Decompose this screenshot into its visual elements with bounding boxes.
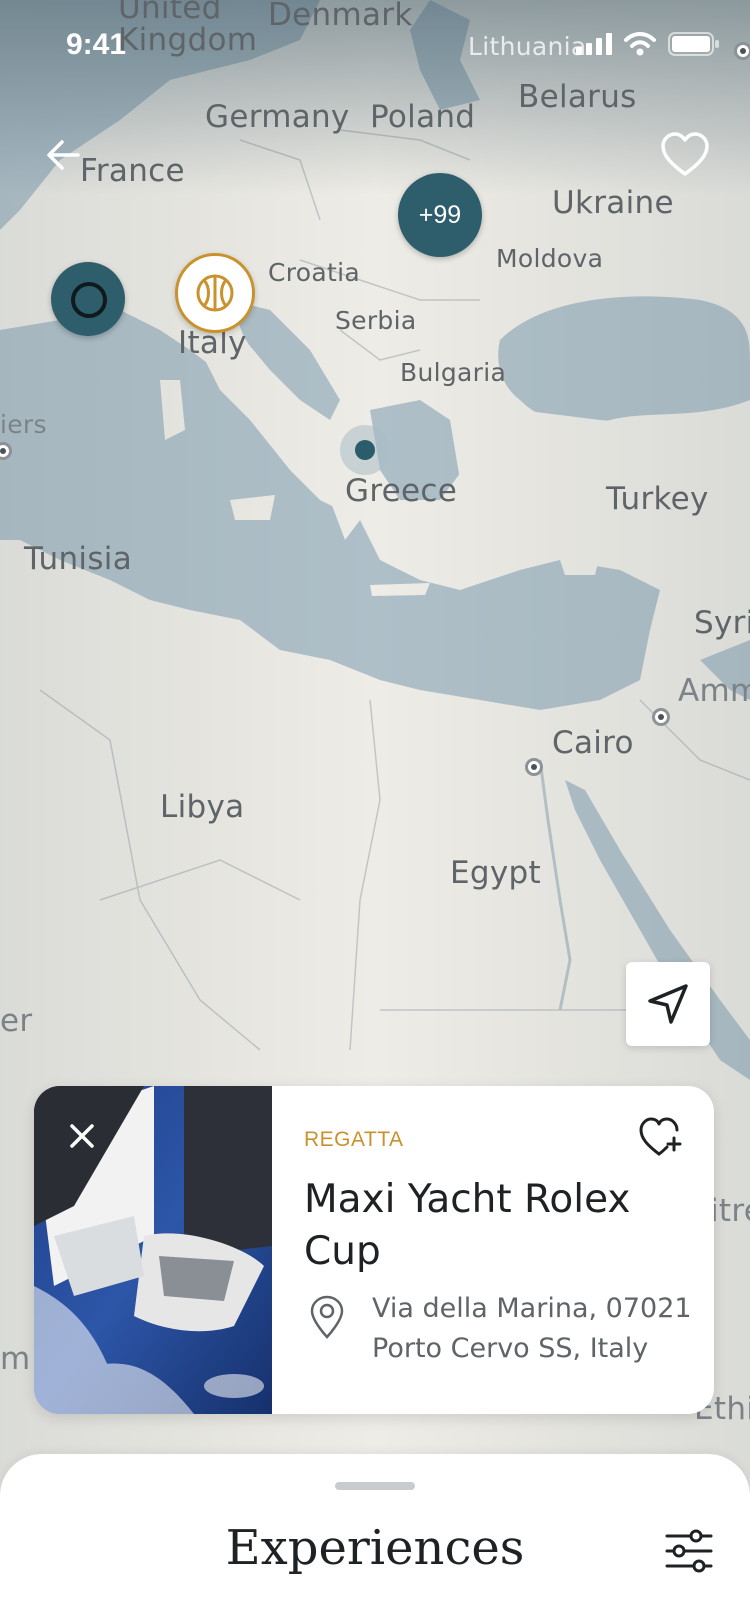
marker-dot xyxy=(355,440,375,460)
address-line-2: Porto Cervo SS, Italy xyxy=(372,1333,649,1364)
status-time: 9:41 xyxy=(66,28,127,61)
heart-icon xyxy=(661,132,709,176)
experience-card[interactable]: REGATTA Maxi Yacht Rolex Cup Via della M… xyxy=(34,1086,714,1414)
map-label-france: France xyxy=(80,153,185,189)
map-label-edge-left-2: m xyxy=(0,1341,31,1377)
arrow-left-icon xyxy=(47,140,80,170)
close-card-button[interactable] xyxy=(62,1116,102,1156)
cluster-marker[interactable]: +99 xyxy=(398,173,482,257)
map-label-cairo: Cairo xyxy=(552,725,634,761)
status-icons xyxy=(576,32,720,56)
map-label-germany: Germany xyxy=(205,99,350,135)
heart-plus-icon xyxy=(639,1117,682,1156)
battery-icon xyxy=(668,32,719,56)
experience-address: Via della Marina, 07021 Porto Cervo SS, … xyxy=(372,1289,692,1369)
close-icon xyxy=(70,1124,94,1148)
sheet-title: Experiences xyxy=(225,1520,525,1576)
experience-marker-dark[interactable] xyxy=(51,262,125,336)
sheet-grabber[interactable] xyxy=(335,1482,415,1490)
cluster-count: +99 xyxy=(418,200,462,229)
wifi-icon xyxy=(624,32,656,56)
map-label-ukraine: Ukraine xyxy=(552,185,674,221)
city-marker-amman xyxy=(652,708,670,726)
add-favorite-button[interactable] xyxy=(638,1116,682,1160)
experience-marker-selected[interactable] xyxy=(175,253,255,333)
location-pin-icon xyxy=(310,1295,344,1339)
city-marker-cairo xyxy=(525,758,543,776)
bottom-sheet[interactable]: Experiences xyxy=(0,1454,750,1624)
map-label-bulgaria: Bulgaria xyxy=(400,358,507,387)
locate-me-button[interactable] xyxy=(626,962,710,1046)
map-label-edge-right-1: itre xyxy=(710,1193,750,1229)
address-line-1: Via della Marina, 07021 xyxy=(372,1293,692,1324)
map-label-serbia: Serbia xyxy=(335,306,417,335)
marker-ring-icon xyxy=(71,282,107,318)
signal-icon xyxy=(576,33,612,55)
back-button[interactable] xyxy=(40,130,90,180)
sliders-icon xyxy=(665,1529,713,1573)
map-label-turkey: Turkey xyxy=(606,481,709,517)
experience-title: Maxi Yacht Rolex Cup xyxy=(304,1177,631,1274)
filter-button[interactable] xyxy=(664,1528,714,1578)
status-bar: 9:41 xyxy=(0,0,750,94)
map-label-poland: Poland xyxy=(370,99,476,135)
map-label-egypt: Egypt xyxy=(450,855,541,891)
map-label-algiers: iers xyxy=(0,410,47,439)
map-label-edge-left-1: er xyxy=(0,1003,33,1039)
map-label-croatia: Croatia xyxy=(268,258,360,287)
experience-category: REGATTA xyxy=(304,1128,404,1151)
experience-marker-small[interactable] xyxy=(340,425,390,475)
map-label-greece: Greece xyxy=(345,473,458,509)
map-label-tunisia: Tunisia xyxy=(24,541,132,577)
map-label-syria: Syri xyxy=(694,605,750,641)
favorite-button[interactable] xyxy=(660,132,710,182)
navigation-arrow-icon xyxy=(648,984,688,1024)
basketball-icon xyxy=(196,274,234,312)
map-label-moldova: Moldova xyxy=(496,244,604,273)
map-label-libya: Libya xyxy=(160,789,245,825)
map-label-amman: Amm xyxy=(678,673,750,709)
